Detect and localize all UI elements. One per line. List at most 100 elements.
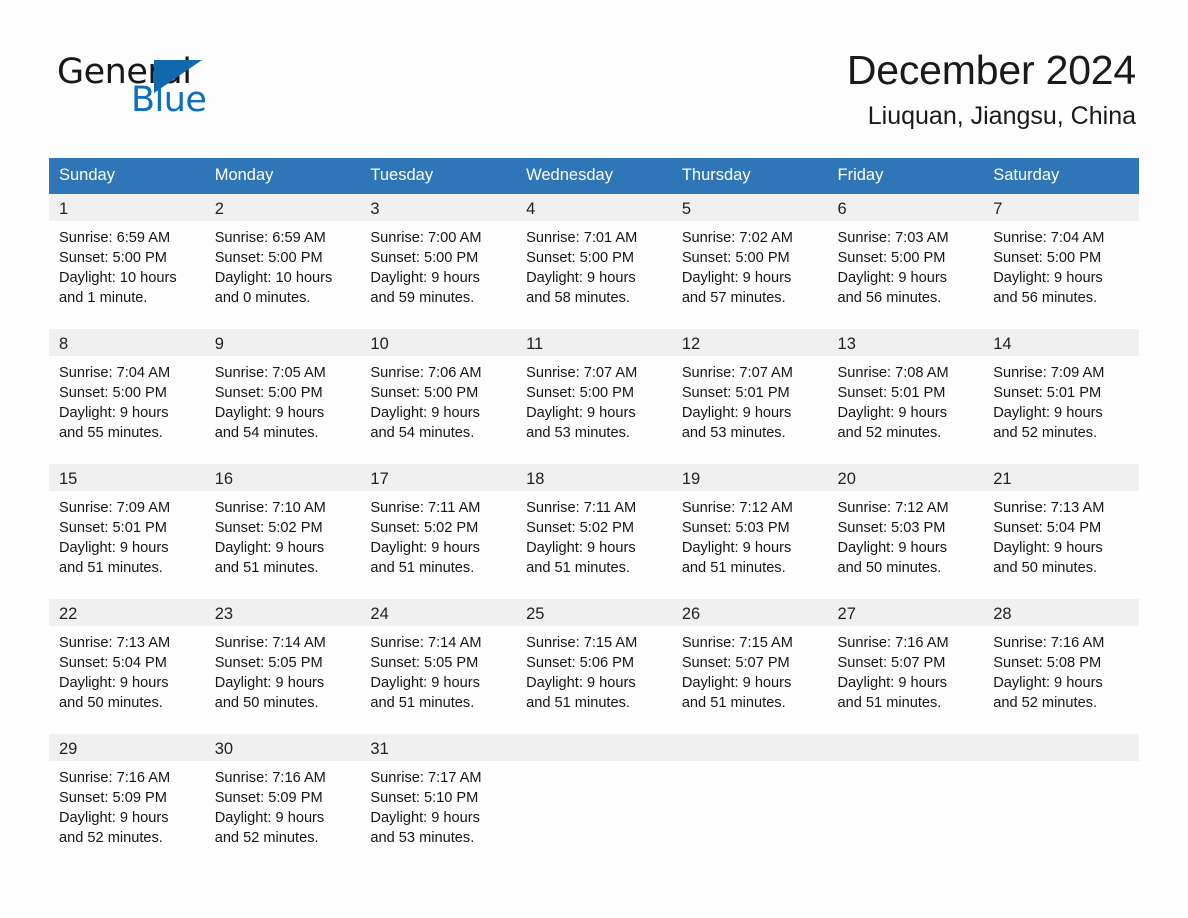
daylight-text-line1: Daylight: 9 hours [993, 675, 1103, 692]
day-details: Sunrise: 7:08 AM Sunset: 5:01 PM Dayligh… [828, 356, 984, 443]
daylight-text-line1: Daylight: 9 hours [681, 675, 792, 692]
day-cell[interactable]: 9 Sunrise: 7:05 AM Sunset: 5:00 PM Dayli… [204, 329, 361, 464]
day-details: Sunrise: 7:12 AM Sunset: 5:03 PM Dayligh… [672, 491, 828, 578]
day-cell[interactable]: 12 Sunrise: 7:07 AM Sunset: 5:01 PM Dayl… [671, 329, 828, 464]
daylight-text-line1: Daylight: 9 hours [59, 675, 169, 692]
day-number: 21 [983, 464, 1139, 491]
daylight-text-line2: and 57 minutes. [681, 290, 786, 307]
day-details: Sunrise: 7:07 AM Sunset: 5:01 PM Dayligh… [672, 356, 828, 443]
calendar-header-row: Sunday Monday Tuesday Wednesday Thursday… [49, 158, 1139, 194]
sunrise-text: Sunrise: 7:09 AM [993, 365, 1105, 381]
day-cell[interactable]: 6 Sunrise: 7:03 AM Sunset: 5:00 PM Dayli… [827, 194, 984, 329]
daylight-text-line1: Daylight: 9 hours [370, 540, 480, 557]
day-cell[interactable]: 13 Sunrise: 7:08 AM Sunset: 5:01 PM Dayl… [827, 329, 984, 464]
day-details: Sunrise: 7:05 AM Sunset: 5:00 PM Dayligh… [205, 356, 361, 443]
day-cell[interactable]: 2 Sunrise: 6:59 AM Sunset: 5:00 PM Dayli… [204, 194, 361, 329]
sunrise-text: Sunrise: 7:06 AM [370, 365, 482, 381]
day-cell[interactable]: 3 Sunrise: 7:00 AM Sunset: 5:00 PM Dayli… [360, 194, 517, 329]
day-number: 12 [671, 329, 828, 356]
day-cell[interactable]: 24 Sunrise: 7:14 AM Sunset: 5:05 PM Dayl… [360, 599, 517, 734]
day-cell[interactable]: 31 Sunrise: 7:17 AM Sunset: 5:10 PM Dayl… [360, 734, 517, 869]
day-cell[interactable]: 14 Sunrise: 7:09 AM Sunset: 5:01 PM Dayl… [983, 329, 1139, 464]
sunrise-text: Sunrise: 7:15 AM [681, 635, 793, 651]
day-number [516, 734, 672, 761]
day-cell[interactable]: 17 Sunrise: 7:11 AM Sunset: 5:02 PM Dayl… [360, 464, 517, 599]
day-cell[interactable]: 8 Sunrise: 7:04 AM Sunset: 5:00 PM Dayli… [49, 329, 205, 464]
daylight-text-line2: and 52 minutes. [993, 425, 1098, 442]
sunset-text: Sunset: 5:05 PM [214, 655, 323, 672]
daylight-text-line1: Daylight: 9 hours [370, 270, 480, 287]
daylight-text-line2: and 52 minutes. [59, 830, 163, 847]
day-details: Sunrise: 7:09 AM Sunset: 5:01 PM Dayligh… [49, 491, 205, 578]
daylight-text-line2: and 56 minutes. [993, 290, 1098, 307]
calendar-table: Sunday Monday Tuesday Wednesday Thursday… [49, 158, 1139, 869]
day-cell[interactable]: 26 Sunrise: 7:15 AM Sunset: 5:07 PM Dayl… [671, 599, 828, 734]
day-cell[interactable]: 28 Sunrise: 7:16 AM Sunset: 5:08 PM Dayl… [983, 599, 1139, 734]
day-cell[interactable]: 20 Sunrise: 7:12 AM Sunset: 5:03 PM Dayl… [827, 464, 984, 599]
daylight-text-line1: Daylight: 9 hours [370, 675, 480, 692]
sunrise-text: Sunrise: 7:15 AM [526, 635, 638, 651]
weekday-header-wednesday: Wednesday [516, 158, 672, 194]
day-number: 18 [516, 464, 672, 491]
daylight-text-line1: Daylight: 9 hours [993, 270, 1103, 287]
day-cell[interactable]: 5 Sunrise: 7:02 AM Sunset: 5:00 PM Dayli… [671, 194, 828, 329]
day-cell[interactable]: 10 Sunrise: 7:06 AM Sunset: 5:00 PM Dayl… [360, 329, 517, 464]
day-cell[interactable]: 30 Sunrise: 7:16 AM Sunset: 5:09 PM Dayl… [204, 734, 361, 869]
day-cell[interactable]: 29 Sunrise: 7:16 AM Sunset: 5:09 PM Dayl… [49, 734, 205, 869]
sunrise-text: Sunrise: 7:11 AM [370, 500, 481, 516]
day-cell[interactable]: 22 Sunrise: 7:13 AM Sunset: 5:04 PM Dayl… [49, 599, 205, 734]
page-title: December 2024 [846, 47, 1136, 93]
day-cell[interactable]: 18 Sunrise: 7:11 AM Sunset: 5:02 PM Dayl… [516, 464, 672, 599]
sunset-text: Sunset: 5:09 PM [59, 790, 167, 807]
daylight-text-line1: Daylight: 9 hours [837, 540, 948, 557]
day-details: Sunrise: 7:16 AM Sunset: 5:09 PM Dayligh… [205, 761, 361, 848]
calendar-week-row: 29 Sunrise: 7:16 AM Sunset: 5:09 PM Dayl… [49, 734, 1139, 869]
daylight-text-line2: and 50 minutes. [993, 560, 1098, 577]
day-number: 11 [516, 329, 672, 356]
day-details: Sunrise: 7:16 AM Sunset: 5:07 PM Dayligh… [828, 626, 984, 713]
day-cell[interactable]: 15 Sunrise: 7:09 AM Sunset: 5:01 PM Dayl… [49, 464, 205, 599]
day-cell[interactable]: 23 Sunrise: 7:14 AM Sunset: 5:05 PM Dayl… [204, 599, 361, 734]
sunset-text: Sunset: 5:00 PM [59, 385, 167, 402]
day-details: Sunrise: 7:16 AM Sunset: 5:08 PM Dayligh… [983, 626, 1139, 713]
sunrise-text: Sunrise: 7:07 AM [526, 365, 638, 381]
day-cell[interactable]: 7 Sunrise: 7:04 AM Sunset: 5:00 PM Dayli… [983, 194, 1139, 329]
sunset-text: Sunset: 5:00 PM [993, 250, 1102, 267]
weekday-header-monday: Monday [204, 158, 361, 194]
daylight-text-line1: Daylight: 9 hours [837, 270, 948, 287]
daylight-text-line1: Daylight: 9 hours [993, 540, 1103, 557]
day-cell[interactable]: 1 Sunrise: 6:59 AM Sunset: 5:00 PM Dayli… [49, 194, 205, 329]
location-subtitle: Liuquan, Jiangsu, China [867, 101, 1136, 130]
sunset-text: Sunset: 5:01 PM [59, 520, 167, 537]
day-cell[interactable]: 27 Sunrise: 7:16 AM Sunset: 5:07 PM Dayl… [827, 599, 984, 734]
day-cell[interactable]: 16 Sunrise: 7:10 AM Sunset: 5:02 PM Dayl… [204, 464, 361, 599]
sunrise-text: Sunrise: 7:14 AM [214, 635, 326, 651]
sunrise-text: Sunrise: 7:08 AM [837, 365, 949, 381]
day-number: 3 [360, 194, 517, 221]
daylight-text-line2: and 51 minutes. [59, 560, 163, 577]
sunrise-text: Sunrise: 7:14 AM [370, 635, 482, 651]
sunset-text: Sunset: 5:01 PM [837, 385, 946, 402]
day-cell-empty [516, 734, 672, 869]
sunrise-text: Sunrise: 7:12 AM [837, 500, 949, 516]
sunrise-text: Sunrise: 7:16 AM [214, 770, 326, 786]
day-number: 24 [360, 599, 517, 626]
day-number: 4 [516, 194, 672, 221]
daylight-text-line1: Daylight: 9 hours [837, 405, 948, 422]
sunset-text: Sunset: 5:00 PM [214, 250, 323, 267]
day-cell[interactable]: 11 Sunrise: 7:07 AM Sunset: 5:00 PM Dayl… [516, 329, 672, 464]
day-cell[interactable]: 4 Sunrise: 7:01 AM Sunset: 5:00 PM Dayli… [516, 194, 672, 329]
day-cell-empty [827, 734, 984, 869]
day-cell[interactable]: 21 Sunrise: 7:13 AM Sunset: 5:04 PM Dayl… [983, 464, 1139, 599]
day-cell[interactable]: 19 Sunrise: 7:12 AM Sunset: 5:03 PM Dayl… [671, 464, 828, 599]
day-details: Sunrise: 7:06 AM Sunset: 5:00 PM Dayligh… [360, 356, 516, 443]
daylight-text-line2: and 50 minutes. [214, 695, 319, 712]
sunset-text: Sunset: 5:04 PM [993, 520, 1102, 537]
daylight-text-line1: Daylight: 9 hours [681, 270, 792, 287]
daylight-text-line2: and 51 minutes. [681, 560, 786, 577]
day-cell[interactable]: 25 Sunrise: 7:15 AM Sunset: 5:06 PM Dayl… [516, 599, 672, 734]
day-number: 6 [827, 194, 984, 221]
day-number: 2 [204, 194, 361, 221]
daylight-text-line1: Daylight: 9 hours [370, 810, 480, 827]
calendar-page: General Blue December 2024 Liuquan, Jian… [0, 0, 1188, 918]
